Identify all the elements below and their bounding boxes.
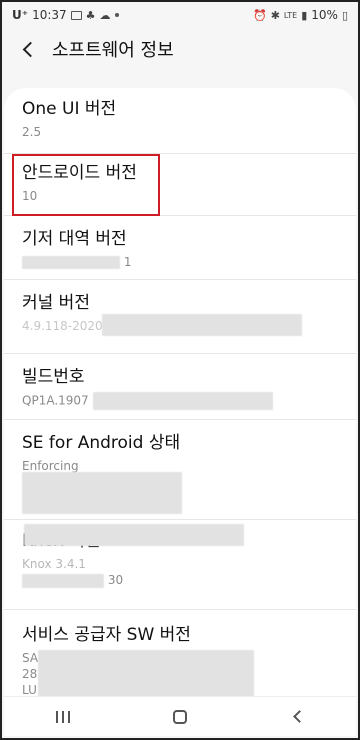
item-title: One UI 버전 [22, 99, 117, 119]
redacted-block [22, 573, 104, 588]
item-title: SE for Android 상태 [22, 433, 181, 453]
cloud-notification-icon: ☁ [99, 8, 111, 22]
redacted-block [22, 472, 182, 514]
item-value: 2.5 [22, 125, 42, 139]
signal-icon: ▮ [301, 8, 308, 22]
back-icon [292, 710, 306, 723]
list-item-build-number[interactable]: 빌드번호 QP1A.1907 [4, 354, 356, 420]
status-bar: U⁺ 10:37 ♣ ☁ ⏰ ✱ LTE ▮ 10% ▯ [4, 4, 356, 26]
page-title: 소프트웨어 정보 [52, 40, 174, 61]
back-button[interactable] [277, 702, 317, 732]
redacted-block [102, 314, 302, 336]
item-value: QP1A.1907 [22, 393, 89, 408]
item-value: 30 [107, 573, 124, 587]
item-value-row: 1 [22, 254, 338, 270]
app-bar: 소프트웨어 정보 [4, 26, 356, 72]
battery-percent: 10% [311, 8, 338, 22]
item-value: Knox 3.4.1 [22, 557, 86, 571]
item-title: 안드로이드 버전 [22, 163, 137, 183]
clock: 10:37 [32, 8, 67, 22]
item-value-row: 4.9.118-20200768 [22, 314, 338, 336]
list-item-knox-version[interactable]: Knox 버전 Knox 3.4.1 30 [4, 520, 356, 610]
item-value-row: 30 [22, 572, 338, 588]
status-right: ⏰ ✱ LTE ▮ 10% ▯ [253, 8, 348, 22]
list-item-se-for-android-status[interactable]: SE for Android 상태 Enforcing [4, 420, 356, 520]
redacted-block [38, 650, 254, 696]
item-value: LU [22, 683, 37, 696]
carrier-label: U⁺ [12, 8, 29, 22]
item-title: 서비스 공급자 SW 버전 [22, 625, 191, 645]
home-icon [172, 709, 187, 724]
list-item-baseband-version[interactable]: 기저 대역 버전 1 [4, 216, 356, 280]
back-arrow-icon[interactable] [18, 38, 40, 60]
list-item-kernel-version[interactable]: 커널 버전 4.9.118-20200768 [4, 280, 356, 354]
list-item-one-ui-version[interactable]: One UI 버전 2.5 [4, 88, 356, 154]
bluetooth-icon: ✱ [270, 8, 280, 22]
redacted-block [22, 256, 120, 269]
redacted-block [24, 524, 244, 546]
recent-apps-icon [55, 710, 70, 723]
battery-icon: ▯ [341, 8, 348, 22]
list-item-service-provider-sw-version[interactable]: 서비스 공급자 SW 버전 SA 28 LU [4, 610, 356, 696]
gallery-notification-icon [70, 10, 82, 20]
status-left: U⁺ 10:37 ♣ ☁ [12, 8, 119, 22]
item-value: 10 [22, 189, 38, 203]
item-value: Enforcing [22, 459, 79, 473]
item-value: 28 [22, 667, 38, 681]
item-title: 커널 버전 [22, 293, 90, 313]
more-notifications-icon [114, 13, 119, 17]
alarm-icon: ⏰ [252, 8, 267, 22]
list-item-android-version[interactable]: 안드로이드 버전 10 [4, 154, 356, 216]
item-value: 1 [123, 255, 132, 269]
recent-apps-button[interactable] [43, 702, 83, 732]
item-value-row: QP1A.1907 [22, 392, 338, 410]
software-info-list: One UI 버전 2.5 안드로이드 버전 10 기저 대역 버전 1 커널 … [4, 88, 356, 696]
network-type-label: LTE [283, 10, 298, 20]
redacted-block [92, 392, 273, 410]
item-value: SA [22, 651, 39, 665]
navigation-bar [4, 696, 356, 736]
app-notification-icon: ♣ [85, 8, 96, 22]
phone-screen: U⁺ 10:37 ♣ ☁ ⏰ ✱ LTE ▮ 10% ▯ 소프트웨어 정보 On… [0, 0, 360, 740]
home-button[interactable] [160, 702, 200, 732]
item-title: 빌드번호 [22, 367, 85, 387]
item-title: 기저 대역 버전 [22, 229, 127, 249]
